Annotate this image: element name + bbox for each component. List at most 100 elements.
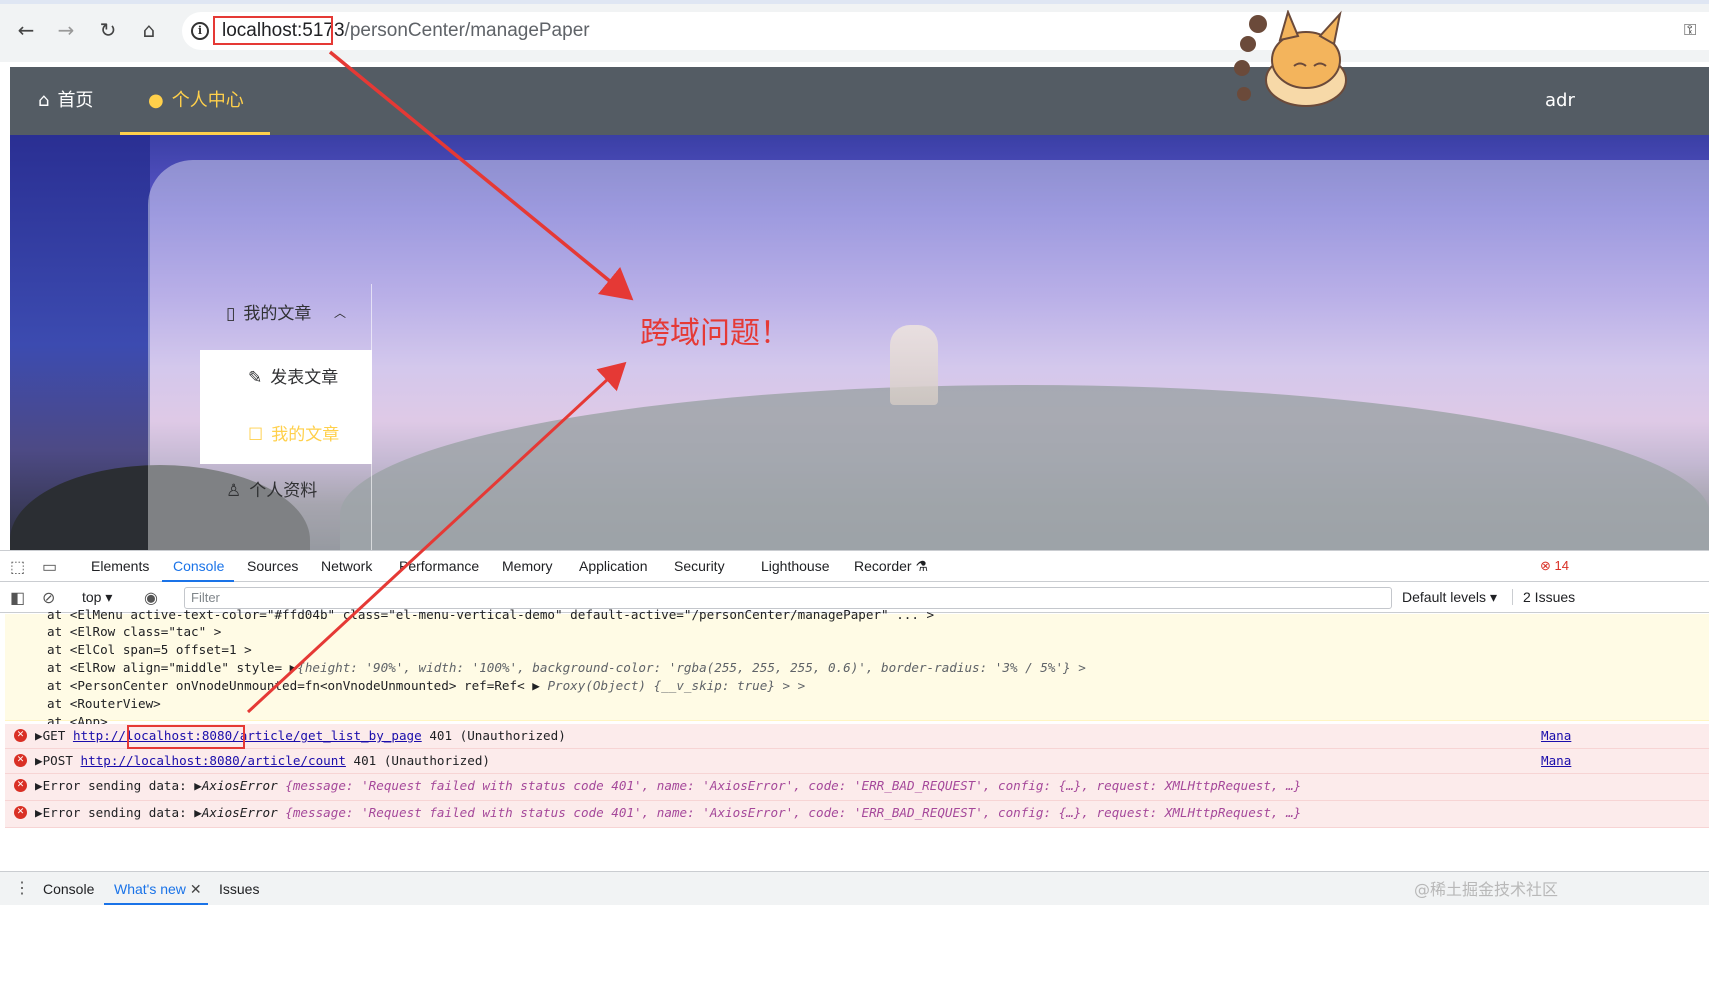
close-icon[interactable]: ✕ — [190, 881, 202, 897]
error-message: ▶Error sending data: ▶AxiosError {messag… — [35, 778, 1301, 793]
menu-item-label: 个人资料 — [249, 481, 318, 501]
tab-network[interactable]: Network — [321, 558, 372, 574]
console-error-row[interactable]: ✕ ▶Error sending data: ▶AxiosError {mess… — [5, 801, 1709, 828]
side-menu: ▯ 我的文章 ︿ ✎ 发表文章 ☐ 我的文章 ♙ 个人资料 — [200, 284, 372, 552]
expand-triangle-icon[interactable]: ▶ — [194, 805, 202, 820]
menu-group-label: 我的文章 — [243, 304, 312, 324]
nav-item-home[interactable]: ⌂ 首页 — [38, 67, 93, 135]
address-bar[interactable]: i localhost:5173/personCenter/managePape… — [182, 12, 1709, 50]
drawer-tab-console[interactable]: Console — [43, 881, 94, 897]
cors-annotation-label: 跨域问题！ — [640, 316, 790, 351]
devtools-panel: ⬚ ▭ Elements Console Sources Network Per… — [0, 550, 1709, 985]
chevron-up-icon[interactable]: ︿ — [334, 304, 346, 321]
tab-application[interactable]: Application — [579, 558, 648, 574]
log-levels-select[interactable]: Default levels ▾ — [1402, 589, 1497, 606]
request-host-highlight-box — [127, 725, 245, 749]
menu-item-profile[interactable]: ♙ 个人资料 — [226, 476, 317, 501]
eye-icon[interactable]: ◉ — [144, 588, 158, 608]
expand-triangle-icon[interactable]: ▶ — [35, 753, 43, 768]
trace-text: at <ElRow align="middle" style= — [47, 660, 290, 675]
menu-item-my-articles[interactable]: ☐ 我的文章 — [248, 407, 339, 464]
error-icon: ✕ — [14, 754, 27, 767]
drawer-content — [0, 905, 1709, 985]
trace-line: at <RouterView> — [47, 696, 161, 711]
caret-down-icon: ▾ — [1489, 589, 1497, 605]
top-nav-menu: ⌂ 首页 ● 个人中心 adr — [10, 67, 1709, 135]
sidebar-toggle-icon[interactable]: ◧ — [10, 588, 25, 608]
content-panel — [148, 160, 1709, 552]
source-link[interactable]: Mana — [1541, 753, 1571, 768]
info-icon[interactable]: i — [191, 22, 209, 40]
error-object[interactable]: {message: 'Request failed with status co… — [285, 778, 1301, 793]
clear-console-icon[interactable]: ⊘ — [42, 588, 55, 608]
expand-triangle-icon[interactable]: ▶ — [35, 805, 43, 820]
device-toolbar-icon[interactable]: ▭ — [42, 557, 57, 577]
error-message: ▶POST http://localhost:8080/article/coun… — [35, 753, 490, 768]
tab-console[interactable]: Console — [173, 558, 224, 574]
error-circle-icon: ⊗ — [1540, 558, 1551, 573]
request-url-link[interactable]: http://localhost:8080/article/count — [81, 753, 346, 768]
nav-item-label: 首页 — [57, 90, 94, 111]
drawer-tab-issues[interactable]: Issues — [219, 881, 259, 897]
trace-line: at <PersonCenter onVnodeUnmounted=fn<onV… — [47, 677, 805, 694]
issues-link[interactable]: 2 Issues — [1512, 589, 1575, 605]
drawer-tab-whats-new[interactable]: What's new ✕ — [114, 881, 202, 898]
http-method: GET — [42, 728, 66, 743]
url-host-highlight-box — [213, 16, 333, 45]
error-prefix: Error sending data: — [42, 805, 187, 820]
book-icon: ▯ — [226, 304, 236, 324]
more-vertical-icon[interactable]: ⋮ — [14, 878, 30, 898]
edit-square-icon: ☐ — [248, 425, 264, 445]
context-select-label: top — [82, 589, 102, 605]
watermark: @稀土掘金技术社区 — [1414, 880, 1559, 899]
tab-recorder-label: Recorder — [854, 558, 912, 574]
nav-item-label: 个人中心 — [171, 90, 244, 111]
error-count-badge[interactable]: ⊗ 14 — [1540, 558, 1569, 574]
expand-triangle-icon[interactable]: ▶ — [194, 778, 202, 793]
nav-item-person-center[interactable]: ● 个人中心 — [120, 67, 270, 135]
arrow-right-icon[interactable]: → — [54, 18, 78, 42]
menu-group-my-articles[interactable]: ▯ 我的文章 — [226, 299, 311, 324]
drawer-tab-label: What's new — [114, 881, 186, 897]
inspect-element-icon[interactable]: ⬚ — [10, 557, 25, 577]
trace-line: at <ElCol span=5 offset=1 > — [47, 642, 252, 657]
tab-performance[interactable]: Performance — [399, 558, 479, 574]
key-icon[interactable]: ⚿ — [1684, 20, 1696, 40]
trace-proxy-object[interactable]: Proxy(Object) {__v_skip: true} > > — [547, 678, 805, 693]
console-error-row[interactable]: ✕ ▶GET http://localhost:8080/article/get… — [5, 724, 1709, 749]
tab-elements[interactable]: Elements — [91, 558, 149, 574]
url-path: /personCenter/managePaper — [344, 20, 590, 41]
tab-sources[interactable]: Sources — [247, 558, 298, 574]
menu-item-publish-article[interactable]: ✎ 发表文章 — [248, 350, 338, 407]
error-count-label: 14 — [1554, 558, 1569, 573]
error-icon: ✕ — [14, 779, 27, 792]
tab-strip-edge — [0, 0, 1709, 4]
sticker-badge — [1234, 60, 1250, 76]
expand-triangle-icon[interactable]: ▶ — [532, 678, 547, 693]
reload-icon[interactable]: ↻ — [96, 18, 120, 42]
log-levels-label: Default levels — [1402, 589, 1487, 605]
expand-triangle-icon[interactable]: ▶ — [35, 778, 43, 793]
context-select[interactable]: top ▾ — [82, 589, 112, 606]
tab-lighthouse[interactable]: Lighthouse — [761, 558, 830, 574]
nav-user-name[interactable]: adr — [1545, 67, 1575, 135]
source-link[interactable]: Mana — [1541, 728, 1571, 743]
menu-item-label: 我的文章 — [271, 425, 340, 445]
error-icon: ✕ — [14, 806, 27, 819]
trace-style-object[interactable]: {height: '90%', width: '100%', backgroun… — [297, 660, 1086, 675]
edit-pen-icon: ✎ — [248, 368, 263, 388]
request-url-link[interactable]: http://localhost:8080/article/get_list_b… — [73, 728, 422, 743]
tab-memory[interactable]: Memory — [502, 558, 553, 574]
arrow-left-icon[interactable]: ← — [14, 18, 38, 42]
home-icon[interactable]: ⌂ — [137, 18, 161, 42]
tab-security[interactable]: Security — [674, 558, 725, 574]
trace-line: at <ElRow class="tac" > — [47, 624, 222, 639]
console-error-row[interactable]: ✕ ▶Error sending data: ▶AxiosError {mess… — [5, 774, 1709, 801]
console-error-row[interactable]: ✕ ▶POST http://localhost:8080/article/co… — [5, 749, 1709, 774]
caret-down-icon: ▾ — [105, 589, 113, 605]
user-icon: ● — [148, 90, 164, 111]
trace-line: at <ElRow align="middle" style= ▶{height… — [47, 659, 1086, 676]
expand-triangle-icon[interactable]: ▶ — [35, 728, 43, 743]
tab-recorder[interactable]: Recorder ⚗ — [854, 558, 928, 575]
error-object[interactable]: {message: 'Request failed with status co… — [285, 805, 1301, 820]
